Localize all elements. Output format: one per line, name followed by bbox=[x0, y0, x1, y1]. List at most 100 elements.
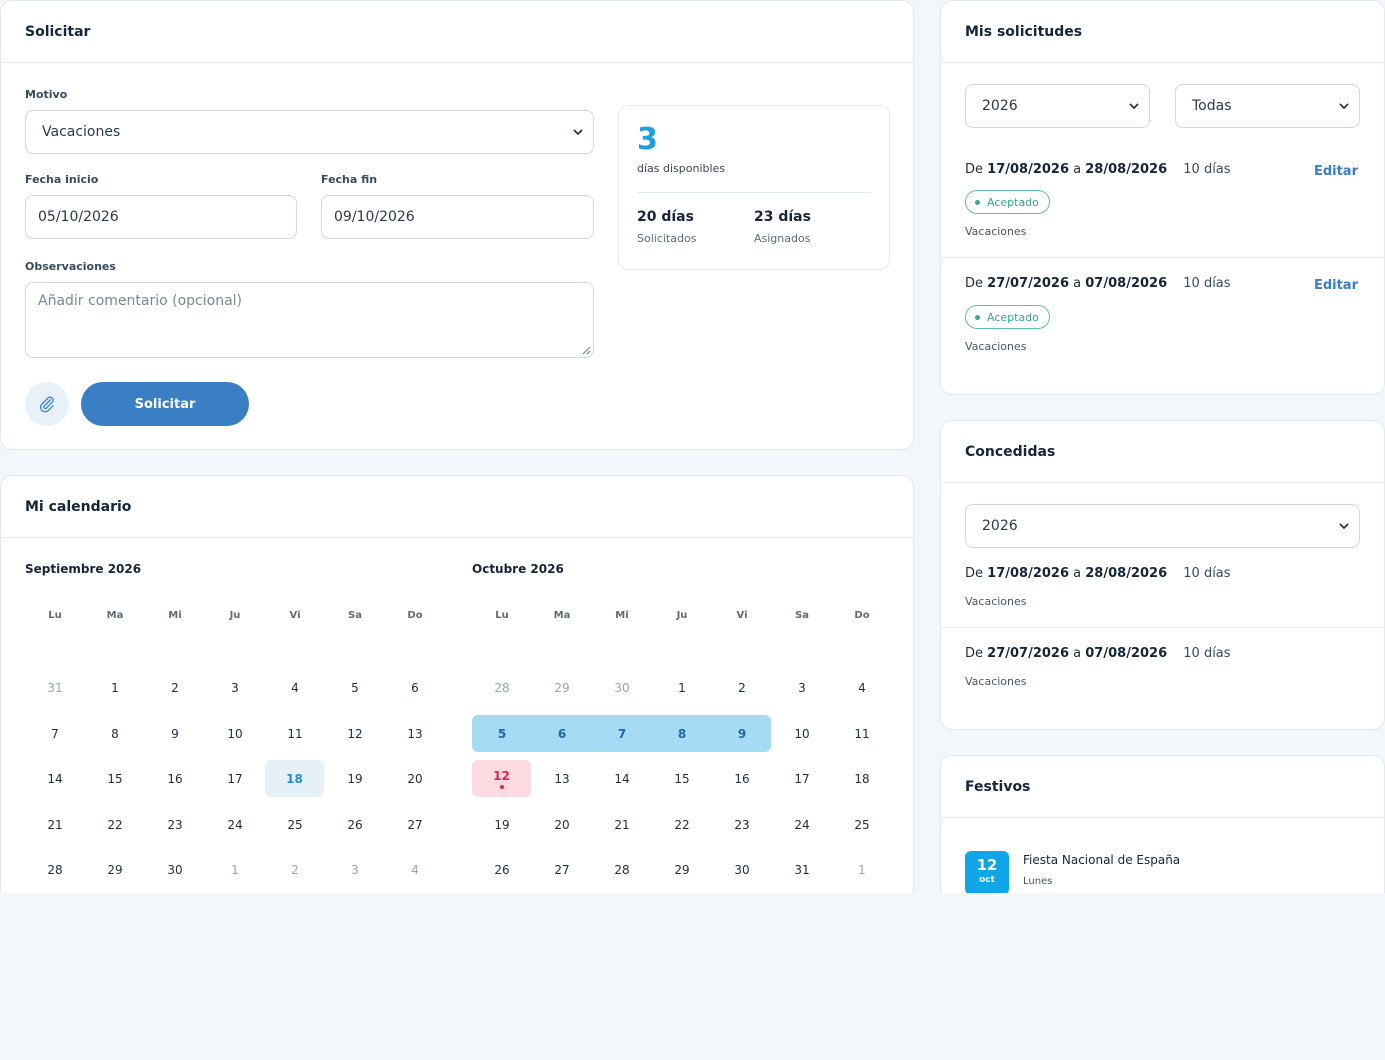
calendar-day[interactable]: 21 bbox=[25, 806, 85, 843]
calendar-day[interactable]: 4 bbox=[265, 669, 325, 706]
calendar-day[interactable]: 5 bbox=[325, 669, 385, 706]
calendar-day[interactable]: 18 bbox=[832, 760, 892, 797]
request-motivo: Vacaciones bbox=[965, 225, 1027, 238]
calendar-day[interactable]: 1 bbox=[205, 851, 265, 888]
calendar-day[interactable]: 20 bbox=[532, 806, 592, 843]
calendar-day[interactable]: 2 bbox=[265, 851, 325, 888]
calendar-day[interactable]: 12 bbox=[325, 715, 385, 752]
observaciones-placeholder: Añadir comentario (opcional) bbox=[38, 293, 242, 309]
calendar-day[interactable]: 28 bbox=[472, 669, 532, 706]
calendar-day[interactable]: 22 bbox=[652, 806, 712, 843]
calendar-day[interactable]: 5 bbox=[472, 715, 532, 752]
weekday-header: Ju bbox=[676, 610, 688, 621]
calendar-day[interactable]: 9 bbox=[712, 715, 772, 752]
calendar-day[interactable]: 12 bbox=[472, 760, 531, 797]
calendar-day[interactable]: 14 bbox=[592, 760, 652, 797]
calendar-day[interactable]: 23 bbox=[145, 806, 205, 843]
month-title: Octubre 2026 bbox=[472, 562, 564, 576]
calendar-day[interactable]: 7 bbox=[25, 715, 85, 752]
year-filter-select[interactable]: 2026 bbox=[965, 84, 1150, 128]
calendar-day[interactable]: 25 bbox=[832, 806, 892, 843]
calendar-day[interactable]: 28 bbox=[25, 851, 85, 888]
calendar-day[interactable]: 3 bbox=[772, 669, 832, 706]
observaciones-label: Observaciones bbox=[25, 260, 116, 273]
calendar-day[interactable]: 23 bbox=[712, 806, 772, 843]
calendar-day[interactable]: 6 bbox=[532, 715, 592, 752]
calendar-day[interactable]: 3 bbox=[325, 851, 385, 888]
calendar-day[interactable]: 27 bbox=[385, 806, 445, 843]
calendar-day[interactable]: 30 bbox=[712, 851, 772, 888]
calendar-day[interactable]: 21 bbox=[592, 806, 652, 843]
calendar-day[interactable]: 9 bbox=[145, 715, 205, 752]
calendar-day[interactable]: 4 bbox=[385, 851, 445, 888]
calendar-day[interactable]: 15 bbox=[85, 760, 145, 797]
fecha-fin-input[interactable]: 09/10/2026 bbox=[321, 195, 594, 239]
calendar-day[interactable]: 6 bbox=[385, 669, 445, 706]
calendar-day[interactable]: 4 bbox=[832, 669, 892, 706]
calendar-day[interactable]: 30 bbox=[145, 851, 205, 888]
solicitar-button[interactable]: Solicitar bbox=[81, 382, 249, 426]
granted-range: De 27/07/2026 a 07/08/2026 10 días bbox=[965, 646, 1231, 661]
calendar-day[interactable]: 1 bbox=[85, 669, 145, 706]
range-joiner: a bbox=[1073, 276, 1082, 291]
calendar-day[interactable]: 31 bbox=[25, 669, 85, 706]
calendar-day[interactable]: 16 bbox=[712, 760, 772, 797]
calendar-day[interactable]: 8 bbox=[652, 715, 712, 752]
assigned-days: 23 días bbox=[754, 209, 811, 225]
calendar-day[interactable]: 15 bbox=[652, 760, 712, 797]
calendar-day[interactable]: 2 bbox=[145, 669, 205, 706]
calendar-day[interactable]: 8 bbox=[85, 715, 145, 752]
calendar-day[interactable]: 10 bbox=[772, 715, 832, 752]
calendar-day[interactable]: 2 bbox=[712, 669, 772, 706]
calendar-day[interactable]: 10 bbox=[205, 715, 265, 752]
calendar-day[interactable]: 17 bbox=[772, 760, 832, 797]
calendar-day[interactable]: 14 bbox=[25, 760, 85, 797]
weekday-header: Ma bbox=[106, 610, 124, 621]
calendar-day[interactable]: 27 bbox=[532, 851, 592, 888]
calendar-day[interactable]: 16 bbox=[145, 760, 205, 797]
calendar-day[interactable]: 30 bbox=[592, 669, 652, 706]
calendar-day[interactable]: 24 bbox=[772, 806, 832, 843]
calendar-day[interactable]: 29 bbox=[532, 669, 592, 706]
requested-days: 20 días bbox=[637, 209, 694, 225]
calendar-day[interactable]: 1 bbox=[832, 851, 892, 888]
available-days-number: 3 bbox=[637, 122, 658, 157]
status-dot-icon bbox=[975, 199, 980, 205]
calendar-day[interactable]: 31 bbox=[772, 851, 832, 888]
motivo-select[interactable]: Vacaciones bbox=[25, 110, 594, 154]
calendar-day[interactable]: 29 bbox=[85, 851, 145, 888]
fecha-inicio-input[interactable]: 05/10/2026 bbox=[25, 195, 297, 239]
holiday-day: 12 bbox=[976, 856, 998, 874]
calendar-day[interactable]: 1 bbox=[652, 669, 712, 706]
calendar-day[interactable]: 18 bbox=[265, 760, 324, 797]
edit-request-link[interactable]: Editar bbox=[1314, 164, 1358, 179]
calendar-day[interactable]: 11 bbox=[265, 715, 325, 752]
calendar-day[interactable]: 28 bbox=[592, 851, 652, 888]
status-filter-value: Todas bbox=[1192, 98, 1232, 114]
concedidas-year-select[interactable]: 2026 bbox=[965, 504, 1360, 548]
calendar-day[interactable]: 13 bbox=[532, 760, 592, 797]
calendar-day[interactable]: 26 bbox=[325, 806, 385, 843]
calendar-day[interactable]: 24 bbox=[205, 806, 265, 843]
calendar-day[interactable]: 26 bbox=[472, 851, 532, 888]
status-filter-select[interactable]: Todas bbox=[1175, 84, 1360, 128]
range-end: 07/08/2026 bbox=[1085, 646, 1168, 661]
calendar-day[interactable]: 20 bbox=[385, 760, 445, 797]
edit-request-link[interactable]: Editar bbox=[1314, 278, 1358, 293]
calendar-day[interactable]: 29 bbox=[652, 851, 712, 888]
attach-button[interactable] bbox=[25, 382, 69, 426]
resize-handle-icon[interactable] bbox=[581, 345, 591, 355]
calendar-day[interactable]: 17 bbox=[205, 760, 265, 797]
calendar-day[interactable]: 25 bbox=[265, 806, 325, 843]
motivo-value: Vacaciones bbox=[42, 124, 121, 140]
calendar-day[interactable]: 11 bbox=[832, 715, 892, 752]
calendar-title: Mi calendario bbox=[1, 476, 913, 538]
calendar-day[interactable]: 19 bbox=[472, 806, 532, 843]
calendar-day[interactable]: 3 bbox=[205, 669, 265, 706]
calendar-day[interactable]: 19 bbox=[325, 760, 385, 797]
observaciones-textarea[interactable]: Añadir comentario (opcional) bbox=[25, 282, 594, 358]
calendar-day[interactable]: 7 bbox=[592, 715, 652, 752]
weekday-header: Mi bbox=[615, 610, 629, 621]
calendar-day[interactable]: 13 bbox=[385, 715, 445, 752]
calendar-day[interactable]: 22 bbox=[85, 806, 145, 843]
